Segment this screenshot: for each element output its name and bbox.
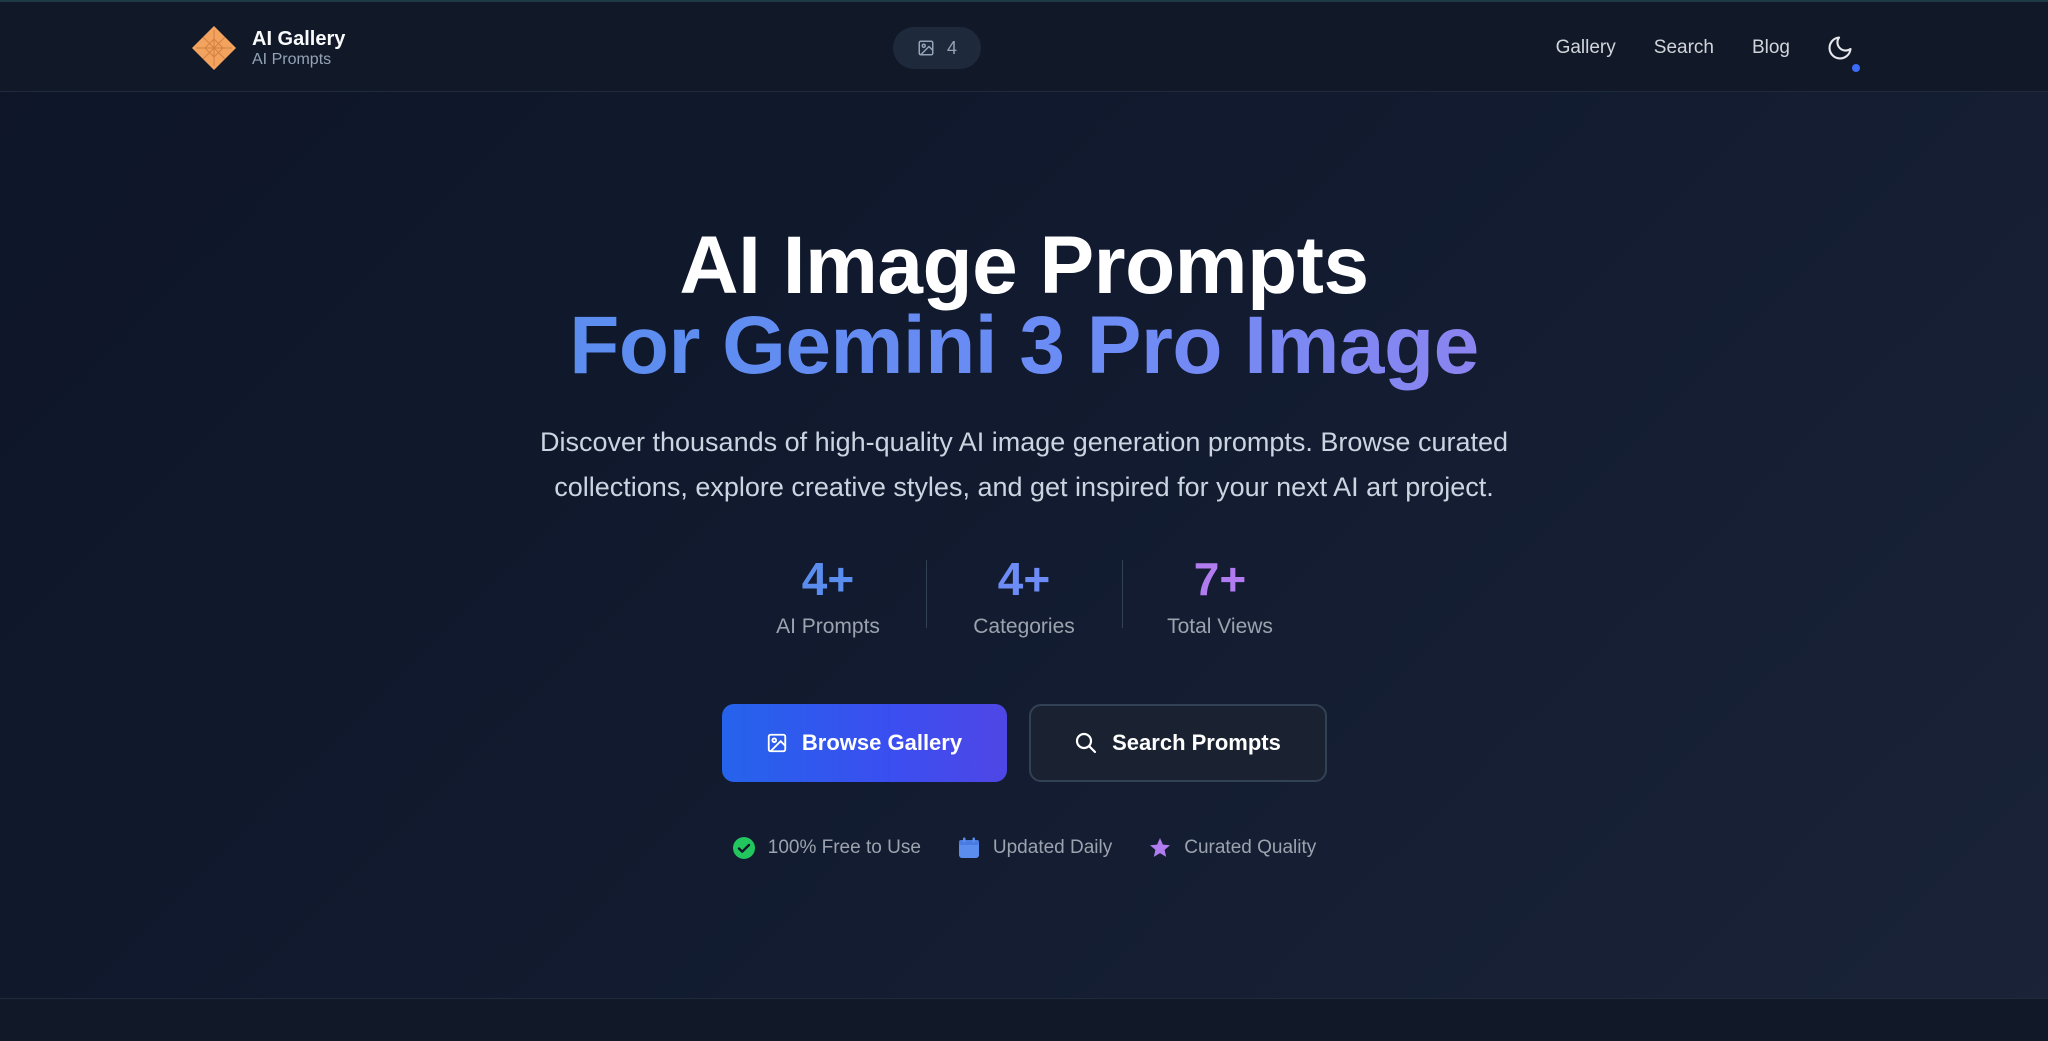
moon-icon	[1828, 36, 1852, 60]
search-icon	[1076, 732, 1097, 754]
hero-subtitle-line: Discover thousands of high-quality AI im…	[539, 427, 1509, 457]
stat-label: Total Views	[1167, 615, 1273, 638]
stat-label: AI Prompts	[776, 615, 880, 638]
image-icon	[918, 40, 934, 56]
check-circle-icon	[732, 837, 755, 859]
stat-label: Categories	[973, 615, 1075, 638]
image-count-value: 4	[946, 37, 957, 58]
logo-icon	[192, 26, 236, 70]
feature-item: 100% Free to Use	[732, 836, 921, 860]
feature-label: 100% Free to Use	[767, 837, 921, 858]
next-section-edge	[0, 998, 2048, 1041]
stat-value: 4+	[997, 553, 1051, 605]
page: AI Gallery AI Prompts 4 Gallery Search B…	[0, 0, 2048, 1041]
feature-label: Curated Quality	[1184, 837, 1317, 858]
browse-gallery-button[interactable]: Browse Gallery	[721, 704, 1007, 782]
stat-views: 7+ Total Views	[1123, 552, 1318, 642]
logo-title: AI Gallery	[252, 28, 346, 50]
logo-link[interactable]: AI Gallery AI Prompts	[190, 24, 345, 72]
hero-subtitle-line: collections, explore creative styles, an…	[554, 472, 1494, 502]
main-nav: Gallery Search Blog	[1518, 26, 1862, 72]
stat-value: 4+	[801, 553, 855, 605]
cta-buttons: Browse Gallery Search Prompts	[0, 704, 2048, 782]
feature-list: 100% Free to Use Updated Daily Curated Q…	[0, 836, 2048, 860]
stat-categories: 4+ Categories	[927, 552, 1122, 642]
theme-toggle-button[interactable]	[1818, 26, 1862, 72]
stat-prompts: 4+ AI Prompts	[731, 552, 926, 642]
nav-blog-link[interactable]: Blog	[1752, 26, 1790, 70]
feature-label: Updated Daily	[992, 837, 1113, 858]
image-count-badge[interactable]: 4	[893, 27, 981, 69]
nav-search-link[interactable]: Search	[1654, 26, 1714, 70]
search-prompts-button[interactable]: Search Prompts	[1028, 704, 1327, 782]
search-prompts-label: Search Prompts	[1112, 730, 1281, 755]
feature-item: Updated Daily	[957, 836, 1112, 860]
hero-subtitle: Discover thousands of high-quality AI im…	[524, 420, 1524, 510]
calendar-icon	[958, 837, 979, 858]
stats-row: 4+ AI Prompts 4+ Categories 7+ Total Vie…	[0, 552, 2048, 642]
top-accent-line	[0, 0, 2048, 2]
notification-dot	[1852, 64, 1860, 72]
hero-section: AI Image Prompts For Gemini 3 Pro Image …	[0, 92, 2048, 998]
hero-title: AI Image Prompts	[679, 220, 1369, 311]
star-icon	[1150, 838, 1171, 857]
logo-subtitle: AI Prompts	[252, 51, 332, 68]
stat-value: 7+	[1193, 553, 1247, 605]
browse-gallery-label: Browse Gallery	[801, 730, 963, 755]
feature-item: Curated Quality	[1148, 836, 1316, 860]
top-navbar: AI Gallery AI Prompts 4 Gallery Search B…	[0, 0, 2048, 92]
hero-title-highlight: For Gemini 3 Pro Image	[0, 300, 2048, 392]
nav-gallery-link[interactable]: Gallery	[1556, 26, 1616, 70]
image-icon	[767, 733, 787, 753]
hero-title-highlight-text: For Gemini 3 Pro Image	[569, 300, 1479, 391]
